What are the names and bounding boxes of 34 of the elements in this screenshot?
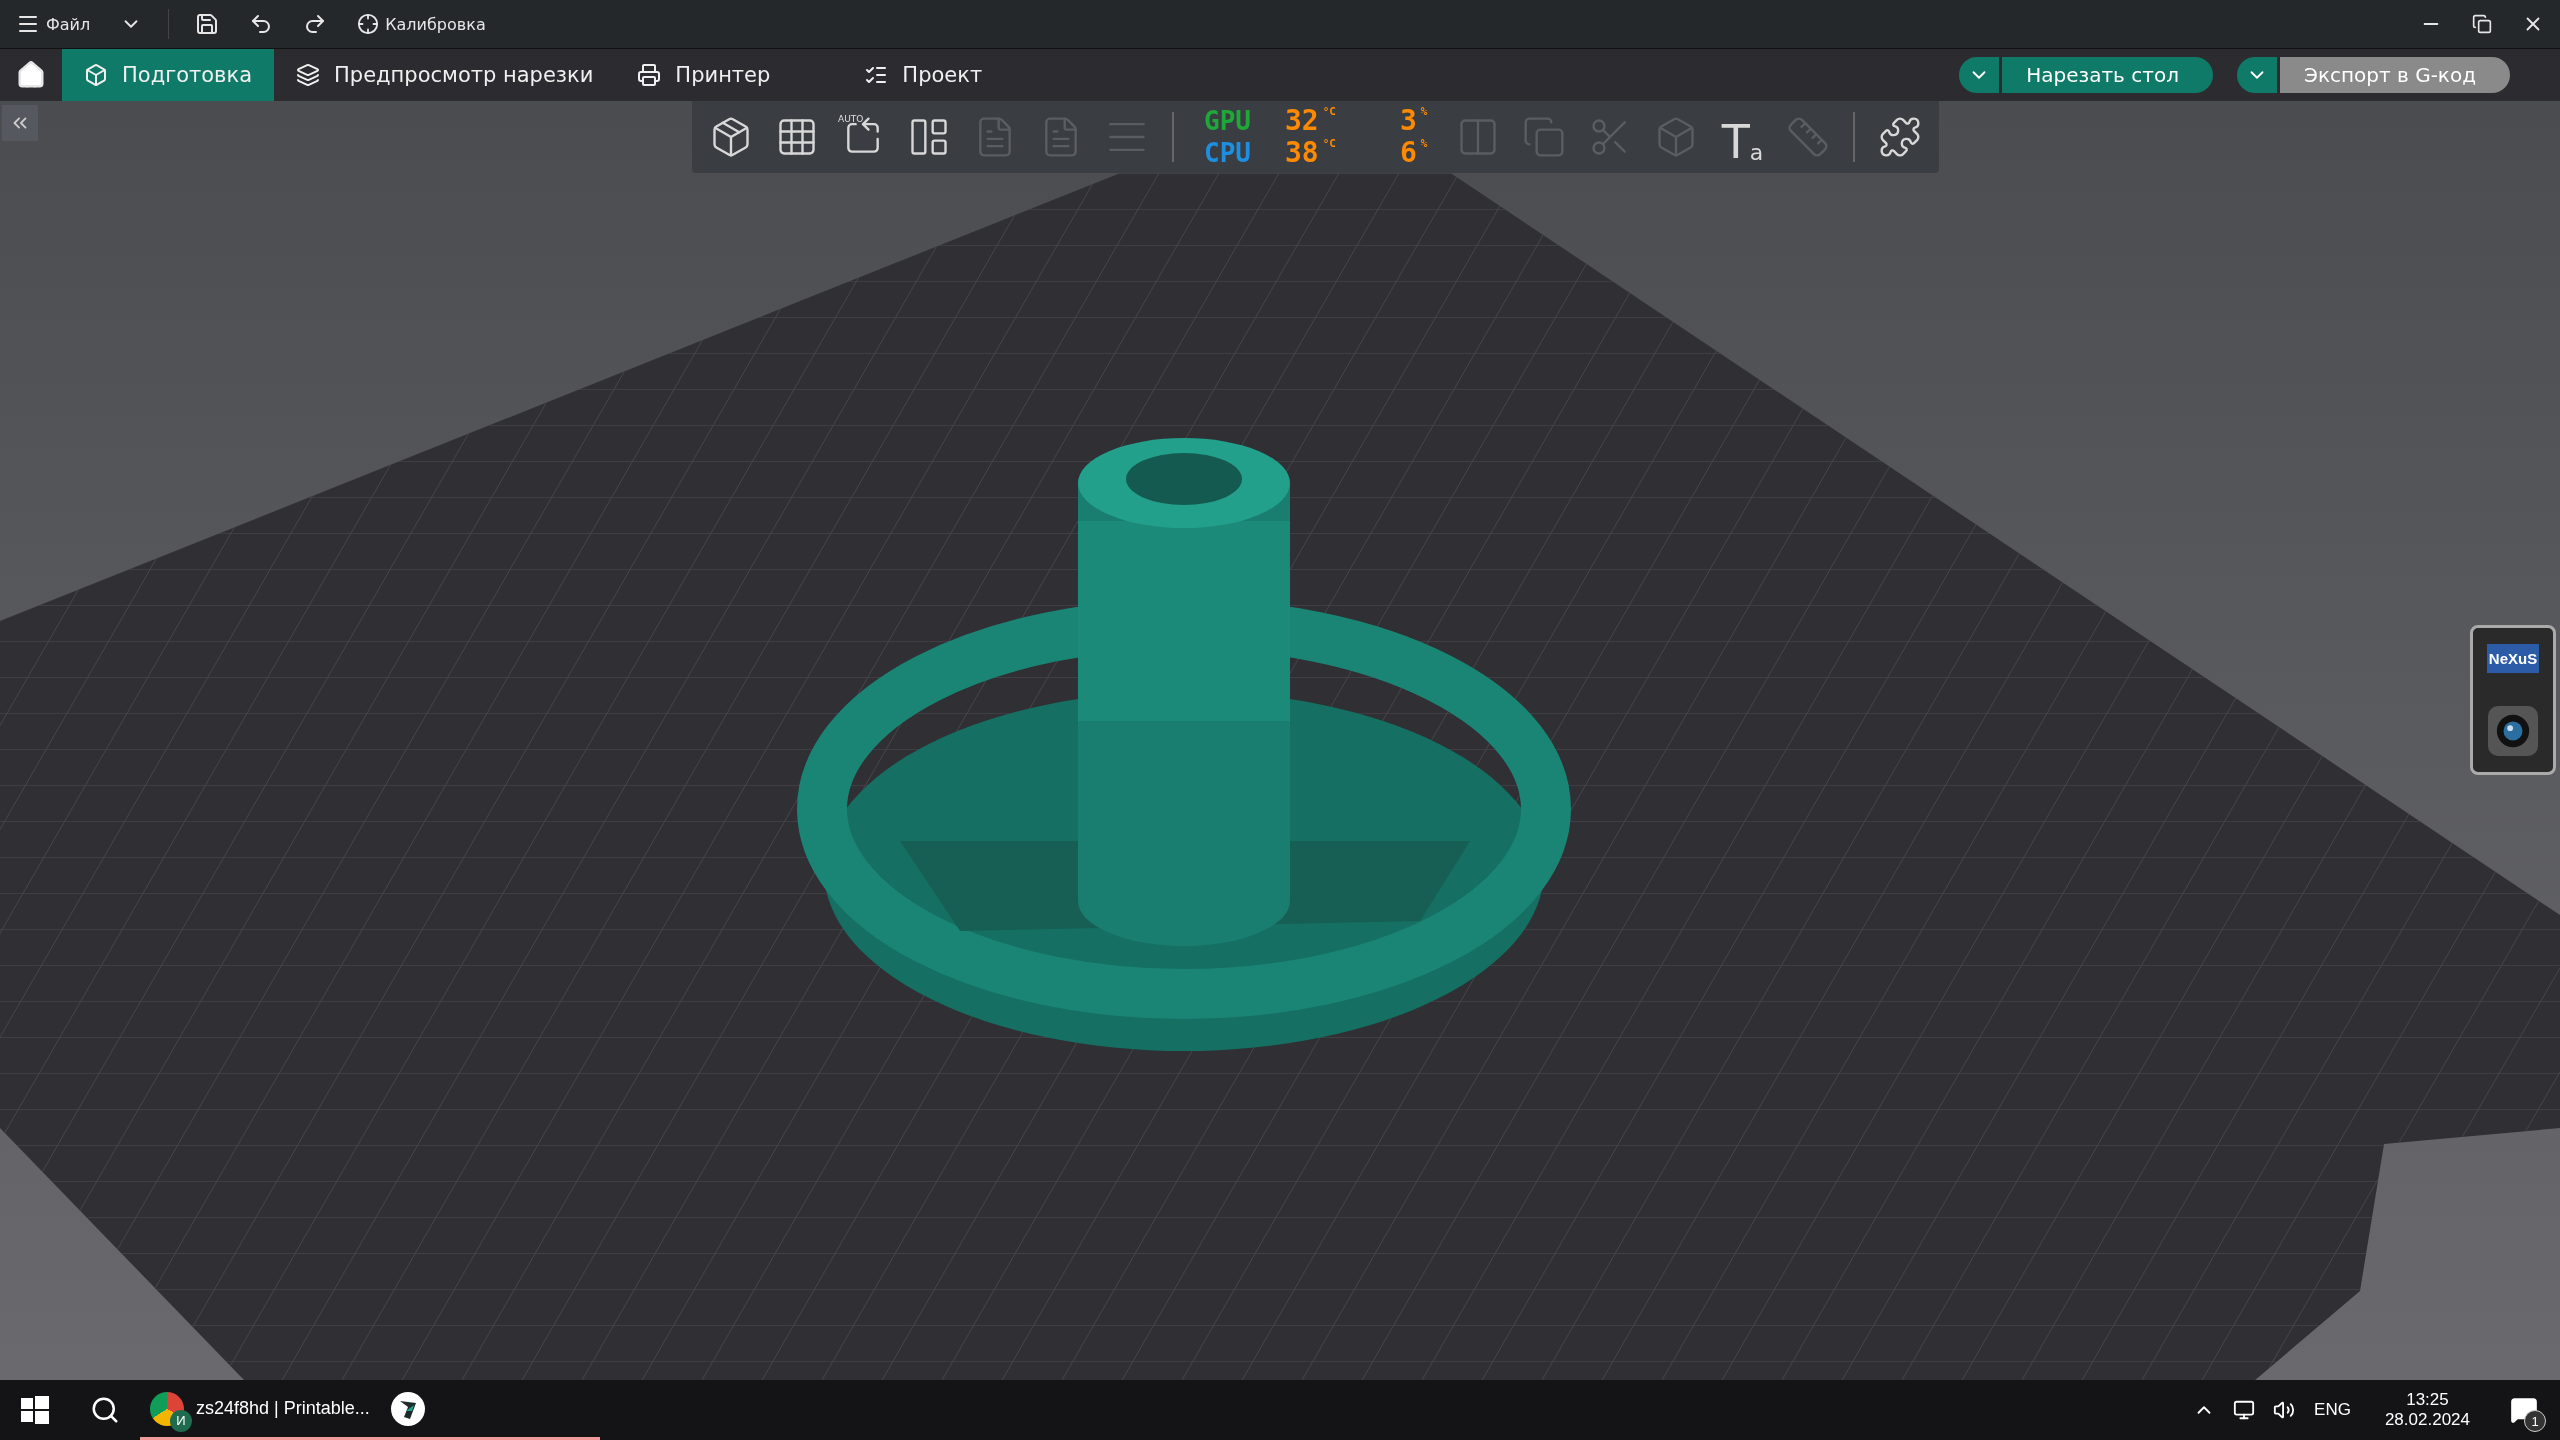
calibration-button[interactable]: Калибровка [353, 9, 490, 39]
load-value: 3 [1399, 105, 1417, 137]
temperature-value: 38 [1284, 137, 1319, 169]
sensor-label: CPU [1204, 137, 1251, 169]
clock-time: 13:25 [2405, 1390, 2450, 1410]
nexus-logo[interactable]: NeXuS [2486, 644, 2540, 674]
taskbar-app[interactable]: И zs24f8hd | Printable... [140, 1380, 380, 1440]
cube-icon [84, 63, 108, 87]
temperature-unit: °C [1322, 137, 1336, 150]
temperature-value: 32 [1284, 105, 1319, 137]
tab[interactable]: Принтер [615, 49, 793, 101]
clock-date: 28.02.2024 [2383, 1410, 2471, 1430]
slice-button[interactable]: Нарезать стол [2002, 57, 2213, 93]
layers-icon [296, 63, 321, 87]
tab[interactable]: Предпросмотр нарезки [274, 49, 616, 101]
load-unit: % [1420, 137, 1428, 150]
language-indicator[interactable]: ENG [2304, 1400, 2361, 1420]
collapse-icon[interactable] [2, 105, 38, 141]
dropdown-button[interactable] [1959, 57, 2000, 93]
app-icon [389, 1390, 426, 1427]
sensor-label: GPU [1204, 105, 1251, 137]
load-unit: % [1420, 105, 1428, 118]
printer-icon [637, 63, 662, 87]
temperature-unit: °C [1322, 105, 1336, 118]
crosshair-icon [357, 13, 380, 35]
load-value: 6 [1399, 137, 1417, 169]
file-menu-button[interactable]: Файл [12, 8, 95, 40]
profile-badge: И [170, 1409, 192, 1432]
tab[interactable]: Подготовка [62, 49, 275, 101]
tab[interactable]: Проект [842, 49, 1005, 101]
dropdown-button[interactable] [2236, 57, 2277, 93]
camera-icon[interactable] [2488, 705, 2538, 756]
app-title: zs24f8hd | Printable... [196, 1398, 370, 1419]
text-tool-button[interactable]: Ta [1713, 108, 1772, 166]
